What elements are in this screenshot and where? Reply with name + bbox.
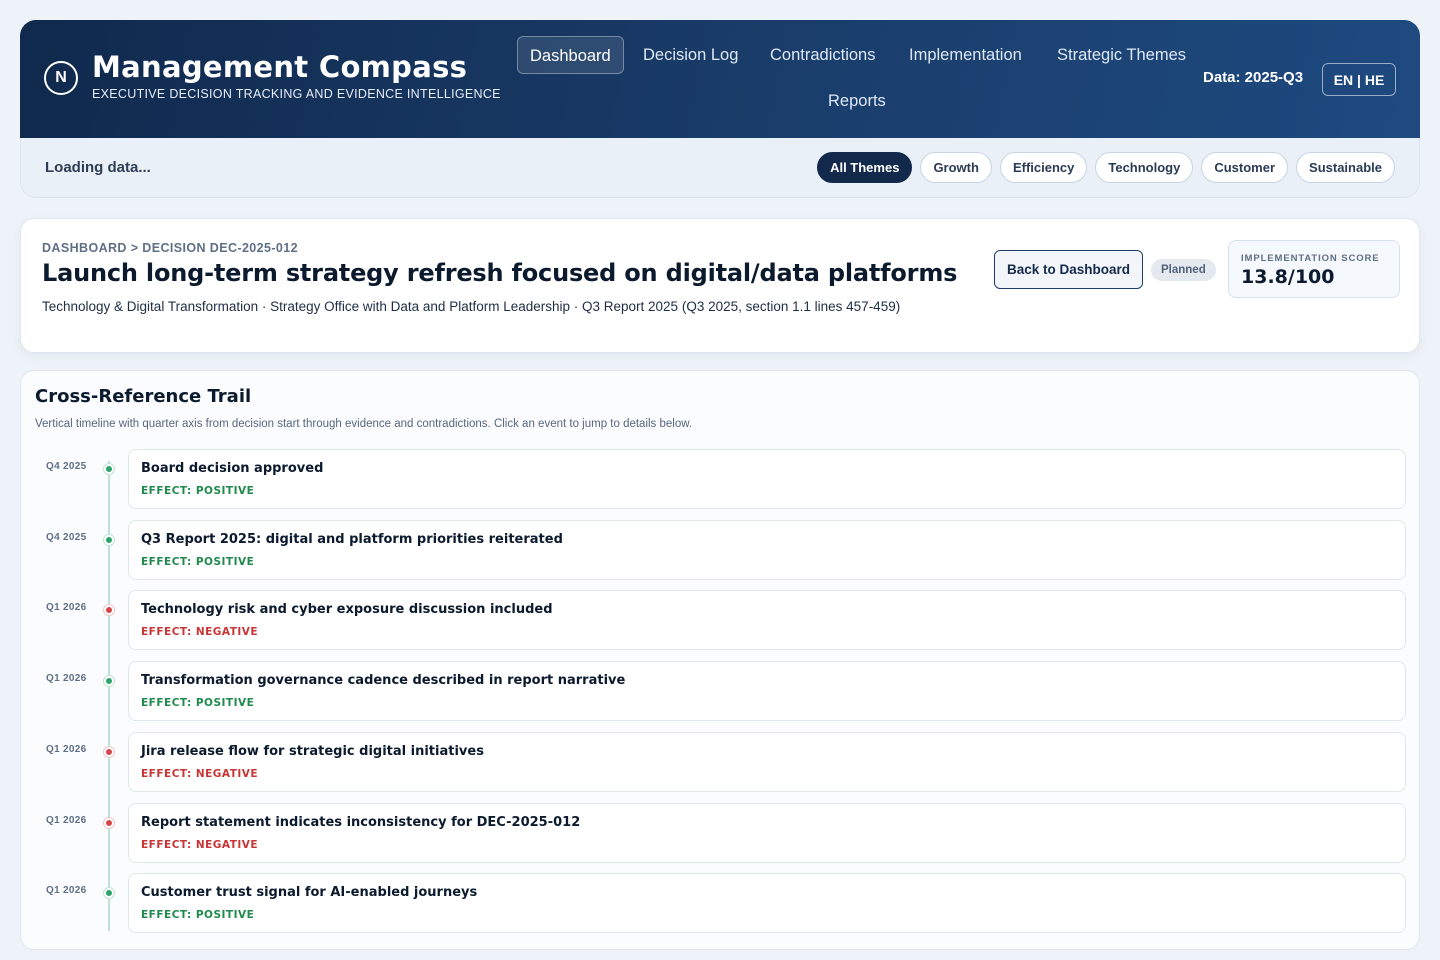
nav-strategic-themes[interactable]: Strategic Themes [1057, 36, 1186, 74]
event-quarter: Q4 2025 [46, 531, 87, 543]
event-effect: EFFECT: POSITIVE [141, 909, 255, 922]
event-title: Transformation governance cadence descri… [141, 673, 626, 689]
breadcrumb[interactable]: DASHBOARD > DECISION DEC-2025-012 [42, 241, 298, 255]
theme-filter-chips: All Themes Growth Efficiency Technology Cust… [817, 152, 1395, 183]
event-card[interactable]: Transformation governance cadence descri… [128, 661, 1406, 722]
cross-reference-trail: Cross-Reference Trail Vertical timeline … [20, 370, 1420, 950]
event-title: Board decision approved [141, 461, 324, 476]
decision-title: Launch long-term strategy refresh focuse… [42, 259, 958, 287]
theme-chip-sustainable[interactable]: Sustainable [1296, 152, 1395, 183]
score-value: 13.8/100 [1241, 266, 1335, 288]
event-title: Jira release flow for strategic digital … [141, 743, 484, 759]
theme-chip-technology[interactable]: Technology [1095, 152, 1194, 183]
event-title: Technology risk and cyber exposure discu… [141, 602, 553, 618]
timeline-event: Q1 2026 Jira release flow for strategic d… [21, 731, 1421, 792]
timeline-event: Q1 2026 Technology risk and cyber exposur… [21, 590, 1421, 651]
back-to-dashboard-button[interactable]: Back to Dashboard [994, 250, 1143, 289]
decision-meta: Technology & Digital Transformation · St… [42, 299, 901, 314]
language-toggle-button[interactable]: EN | HE [1322, 63, 1396, 96]
event-card[interactable]: Board decision approved EFFECT: POSITIVE [128, 449, 1406, 509]
event-card[interactable]: Customer trust signal for AI-enabled jou… [128, 873, 1406, 934]
timeline-event: Q4 2025 Q3 Report 2025: digital and platf… [21, 519, 1421, 580]
theme-chip-growth[interactable]: Growth [920, 152, 992, 183]
event-quarter: Q1 2026 [46, 814, 87, 826]
event-title: Q3 Report 2025: digital and platform pri… [141, 531, 563, 547]
event-dot-icon [104, 888, 114, 899]
nav-contradictions[interactable]: Contradictions [770, 36, 875, 74]
loading-status: Loading data... [45, 159, 151, 176]
data-period-label: Data: 2025-Q3 [1203, 69, 1304, 86]
timeline-event: Q4 2025 Board decision approved EFFECT: PO… [21, 449, 1421, 509]
event-effect: EFFECT: POSITIVE [141, 555, 255, 568]
event-quarter: Q1 2026 [46, 743, 87, 755]
event-dot-icon [104, 676, 114, 687]
theme-chip-all-themes[interactable]: All Themes [817, 152, 913, 183]
decision-header-card: DASHBOARD > DECISION DEC-2025-012 Launch… [20, 218, 1420, 353]
theme-chip-customer[interactable]: Customer [1201, 152, 1289, 183]
timeline-event: Q1 2026 Transformation governance cadence… [21, 661, 1421, 722]
filter-bar: Loading data... All Themes Growth Efficien… [20, 138, 1420, 198]
theme-chip-efficiency[interactable]: Efficiency [999, 152, 1088, 183]
event-dot-icon [104, 534, 114, 545]
trail-title: Cross-Reference Trail [35, 386, 252, 407]
app-subtitle: EXECUTIVE DECISION TRACKING AND EVIDENCE… [92, 87, 501, 101]
event-effect: EFFECT: NEGATIVE [141, 767, 259, 780]
event-effect: EFFECT: NEGATIVE [141, 838, 259, 851]
event-quarter: Q1 2026 [46, 885, 87, 897]
event-dot-icon [104, 464, 114, 474]
app-title[interactable]: Management Compass [92, 50, 467, 84]
event-effect: EFFECT: NEGATIVE [141, 626, 259, 639]
implementation-score-box: IMPLEMENTATION SCORE 13.8/100 [1228, 240, 1400, 298]
event-title: Customer trust signal for AI-enabled jou… [141, 885, 478, 901]
event-title: Report statement indicates inconsistency… [141, 814, 581, 830]
nav-decision-log[interactable]: Decision Log [643, 36, 738, 74]
event-quarter: Q1 2026 [46, 673, 87, 685]
score-label: IMPLEMENTATION SCORE [1241, 253, 1380, 264]
event-card[interactable]: Report statement indicates inconsistency… [128, 802, 1406, 863]
app-header: N Management Compass EXECUTIVE DECISION … [20, 20, 1420, 138]
nav-implementation[interactable]: Implementation [909, 36, 1022, 74]
timeline-event: Q1 2026 Report statement indicates incons… [21, 802, 1421, 863]
event-card[interactable]: Q3 Report 2025: digital and platform pri… [128, 519, 1406, 580]
event-dot-icon [104, 605, 114, 616]
event-dot-icon [104, 817, 114, 828]
nav-reports[interactable]: Reports [828, 82, 886, 120]
trail-description: Vertical timeline with quarter axis from… [35, 418, 693, 430]
event-quarter: Q4 2025 [46, 461, 87, 472]
event-card[interactable]: Technology risk and cyber exposure discu… [128, 590, 1406, 651]
event-dot-icon [104, 746, 114, 757]
logo-icon[interactable]: N [44, 61, 78, 95]
event-effect: EFFECT: POSITIVE [141, 485, 255, 497]
timeline-event: Q1 2026 Customer trust signal for AI-enab… [21, 873, 1421, 934]
event-effect: EFFECT: POSITIVE [141, 697, 255, 710]
event-quarter: Q1 2026 [46, 602, 87, 614]
nav-dashboard[interactable]: Dashboard [517, 36, 624, 74]
event-card[interactable]: Jira release flow for strategic digital … [128, 731, 1406, 792]
status-badge: Planned [1151, 259, 1216, 281]
